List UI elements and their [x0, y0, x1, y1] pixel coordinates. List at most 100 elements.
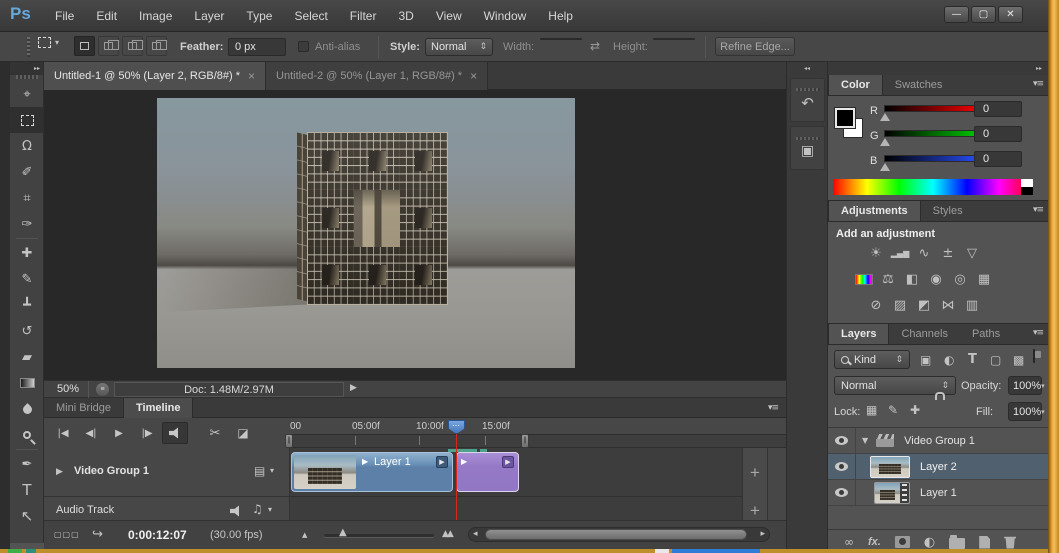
- move-tool[interactable]: ⌖: [10, 81, 44, 107]
- canvas-area[interactable]: [44, 90, 786, 380]
- zoom-in-icon[interactable]: ▲▲: [442, 529, 454, 539]
- brush-tool[interactable]: ✎: [10, 266, 44, 292]
- green-slider-handle[interactable]: [880, 138, 890, 146]
- collapse-dock-button[interactable]: ▸▸: [828, 62, 1048, 75]
- tab-styles[interactable]: Styles: [921, 201, 975, 221]
- path-selection-tool[interactable]: ↖: [10, 503, 44, 529]
- tab-color[interactable]: Color: [828, 75, 883, 95]
- menu-layer[interactable]: Layer: [183, 9, 235, 23]
- menu-view[interactable]: View: [425, 9, 473, 23]
- opacity-field[interactable]: 100% ▾: [1008, 376, 1045, 395]
- mute-audio-button[interactable]: [162, 422, 188, 444]
- color-lookup-icon[interactable]: ▦: [972, 270, 996, 289]
- spectrum-black-swatch[interactable]: [1021, 187, 1033, 195]
- green-value-field[interactable]: 0: [974, 126, 1022, 142]
- export-arrow-icon[interactable]: ↪: [92, 527, 103, 542]
- chevron-down-icon[interactable]: ▾: [268, 505, 272, 514]
- disclosure-icon[interactable]: ▶: [56, 467, 63, 477]
- fill-field[interactable]: 100% ▾: [1008, 402, 1045, 421]
- 3d-panel-button[interactable]: ▣: [790, 126, 825, 170]
- zoom-slider-handle[interactable]: ▲: [339, 527, 347, 538]
- red-slider[interactable]: [884, 105, 984, 112]
- playhead-marker[interactable]: ⋯: [448, 420, 465, 434]
- group-disclosure-icon[interactable]: ▼: [862, 436, 868, 445]
- invert-icon[interactable]: ⊘: [864, 296, 888, 315]
- blue-value-field[interactable]: 0: [974, 151, 1022, 167]
- work-area-bar[interactable]: [290, 434, 786, 448]
- gradient-tool[interactable]: [10, 370, 44, 396]
- foreground-color-swatch[interactable]: [834, 107, 856, 129]
- panel-menu-icon[interactable]: ▾≡: [1033, 328, 1044, 338]
- rectangular-marquee-tool[interactable]: [10, 107, 44, 133]
- pen-tool[interactable]: ✒: [10, 451, 44, 477]
- work-area-end-handle[interactable]: ∥: [521, 434, 529, 448]
- feather-input[interactable]: 0 px: [228, 38, 286, 56]
- layer-row-video-group[interactable]: ▼ Video Group 1: [828, 428, 1048, 454]
- minimize-button[interactable]: —: [944, 6, 969, 23]
- filter-type-layers-icon[interactable]: T: [968, 352, 977, 367]
- layer-row-layer2[interactable]: Layer 2: [828, 454, 1048, 480]
- red-slider-handle[interactable]: [880, 113, 890, 121]
- scrollbar-thumb[interactable]: [485, 529, 747, 540]
- panel-menu-icon[interactable]: ▾≡: [1033, 205, 1044, 215]
- brightness-contrast-icon[interactable]: ☀: [864, 244, 888, 263]
- filter-pixel-layers-icon[interactable]: ▣: [920, 353, 931, 367]
- color-balance-icon[interactable]: ⚖: [876, 270, 900, 289]
- add-media-button[interactable]: +: [742, 448, 768, 497]
- music-note-icon[interactable]: ♫: [252, 502, 263, 516]
- intersect-selection-button[interactable]: [146, 36, 167, 56]
- tab-channels[interactable]: Channels: [889, 324, 959, 344]
- posterize-icon[interactable]: ▨: [888, 296, 912, 315]
- render-video-icon[interactable]: ▢▢▢: [54, 530, 80, 539]
- clip-transition-button[interactable]: ▶: [502, 456, 514, 468]
- history-panel-button[interactable]: ↶: [790, 78, 825, 122]
- curves-icon[interactable]: ∿: [912, 244, 936, 263]
- tab-adjustments[interactable]: Adjustments: [828, 201, 921, 221]
- height-input[interactable]: [653, 38, 695, 40]
- color-spectrum-ramp[interactable]: [833, 179, 1033, 195]
- go-to-first-frame-button[interactable]: |◀: [50, 422, 76, 444]
- clip-disclosure-icon[interactable]: ▶: [461, 457, 467, 466]
- play-button[interactable]: ▶: [106, 422, 132, 444]
- subtract-selection-button[interactable]: [122, 36, 143, 56]
- gradient-map-icon[interactable]: ⋈: [936, 296, 960, 315]
- scroll-left-icon[interactable]: ◂: [473, 529, 478, 539]
- channel-mixer-icon[interactable]: ◎: [948, 270, 972, 289]
- style-select[interactable]: Normal ⇕: [425, 38, 493, 56]
- layer-style-fx-icon[interactable]: fx.: [868, 536, 881, 548]
- blur-tool[interactable]: [10, 396, 44, 422]
- new-layer-icon[interactable]: [979, 535, 991, 549]
- filtering-toggle[interactable]: [1033, 349, 1035, 363]
- crop-tool[interactable]: ⌗: [10, 185, 44, 211]
- add-mask-icon[interactable]: [894, 536, 910, 548]
- new-group-icon[interactable]: [949, 535, 966, 549]
- width-input[interactable]: [540, 38, 582, 40]
- zoom-out-icon[interactable]: ▲: [302, 531, 307, 539]
- previous-frame-button[interactable]: ◀|: [78, 422, 104, 444]
- spot-healing-brush-tool[interactable]: ✚: [10, 240, 44, 266]
- maximize-button[interactable]: ▢: [971, 6, 996, 23]
- menu-edit[interactable]: Edit: [85, 9, 128, 23]
- video-options-icon[interactable]: ▤: [254, 464, 265, 478]
- hue-saturation-icon[interactable]: [852, 270, 876, 289]
- new-adjustment-layer-icon[interactable]: ◐: [924, 535, 935, 550]
- filter-shape-layers-icon[interactable]: ▢: [990, 353, 1001, 367]
- document-image[interactable]: [157, 98, 575, 368]
- menu-window[interactable]: Window: [473, 9, 538, 23]
- doc-size-field[interactable]: Doc: 1.48M/2.97M: [114, 382, 344, 397]
- tab-layers[interactable]: Layers: [828, 324, 890, 344]
- quick-selection-tool[interactable]: ✐: [10, 159, 44, 185]
- vibrance-icon[interactable]: ▽: [960, 244, 984, 263]
- toolbar-collapse-button[interactable]: ▸▸: [10, 62, 43, 75]
- clip-transition-button[interactable]: ▶: [436, 456, 448, 468]
- visibility-eye-icon[interactable]: [835, 462, 848, 471]
- lock-position-icon[interactable]: ✚: [910, 403, 920, 417]
- document-tab-2[interactable]: Untitled-2 @ 50% (Layer 1, RGB/8#) * ×: [266, 62, 489, 90]
- status-options-icon[interactable]: ≡: [96, 383, 109, 396]
- delete-layer-icon[interactable]: [1004, 536, 1017, 549]
- next-frame-button[interactable]: |▶: [134, 422, 160, 444]
- tab-paths[interactable]: Paths: [960, 324, 1012, 344]
- selective-color-icon[interactable]: ▥: [960, 296, 984, 315]
- panel-menu-icon[interactable]: ▾≡: [768, 403, 779, 413]
- filter-smart-objects-icon[interactable]: ▩: [1013, 353, 1024, 367]
